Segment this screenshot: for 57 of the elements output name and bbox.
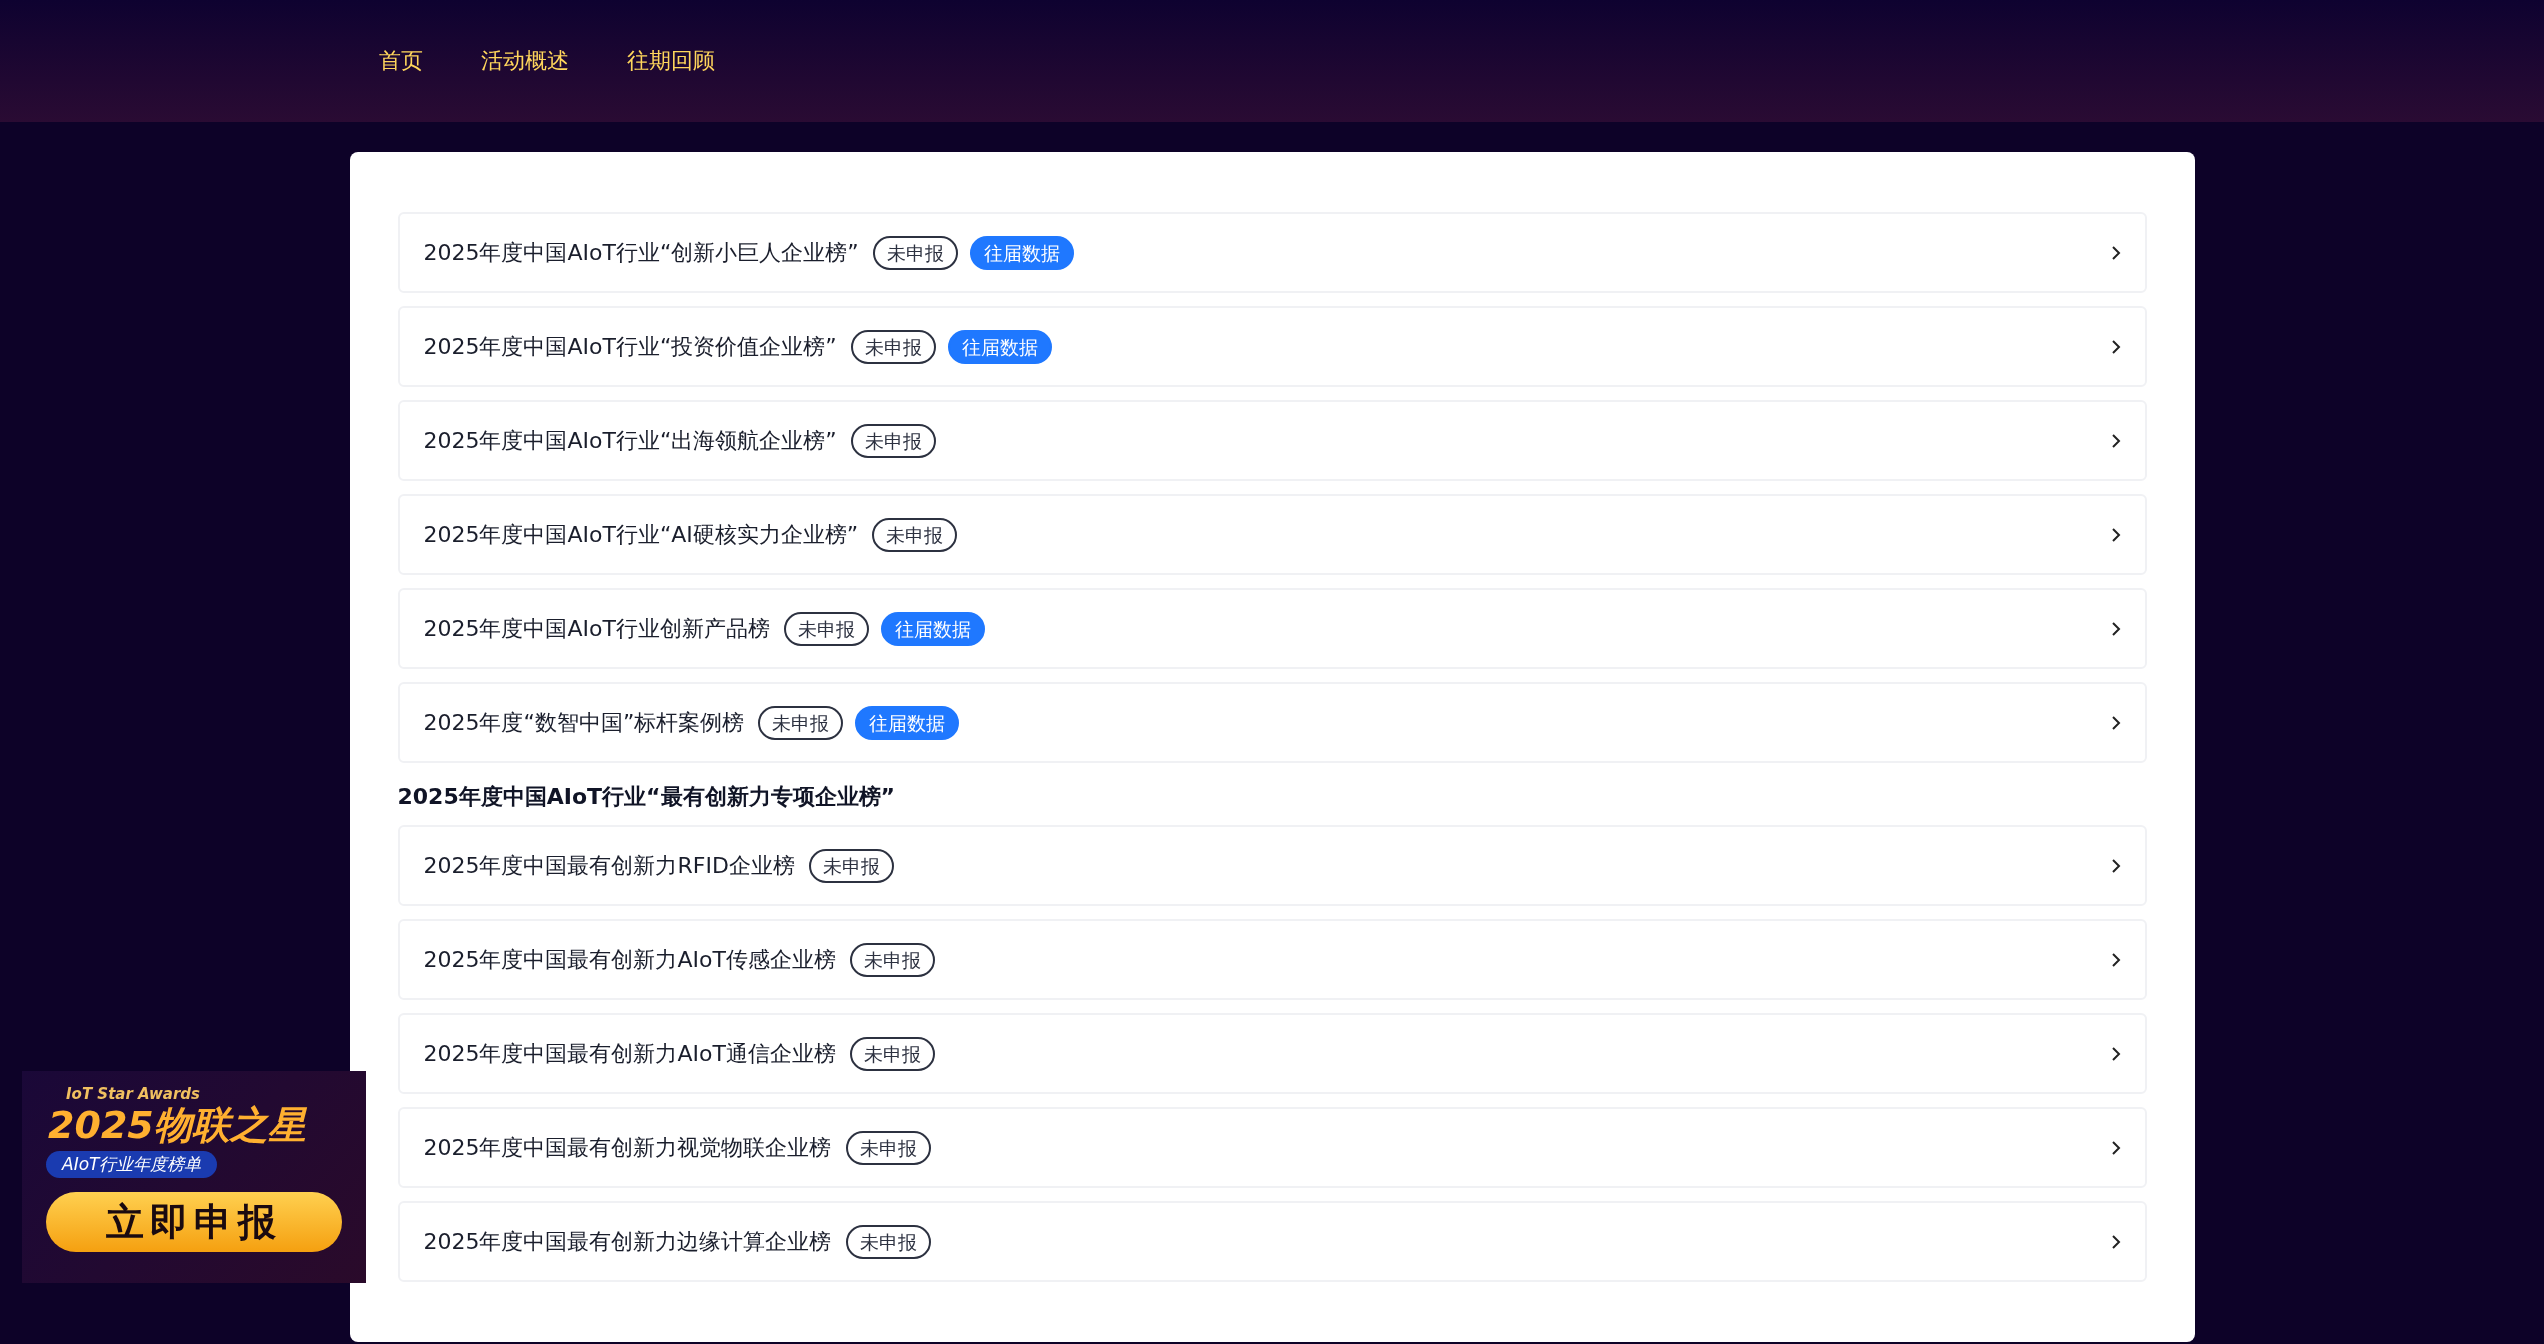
item-title: 2025年度中国AIoT行业“创新小巨人企业榜” [423,238,859,267]
chevron-right-icon [2110,857,2121,874]
item-title: 2025年度中国最有创新力AIoT通信企业榜 [423,1039,836,1068]
chevron-right-icon [2110,1233,2121,1250]
status-tag: 未申报 [845,1130,931,1165]
item-title: 2025年度中国最有创新力视觉物联企业榜 [423,1133,832,1162]
chevron-right-icon [2110,526,2121,543]
chevron-right-icon [2110,244,2121,261]
chevron-right-icon [2110,1045,2121,1062]
history-data-button[interactable]: 往届数据 [947,329,1052,364]
chevron-right-icon [2110,714,2121,731]
status-tag: 未申报 [808,848,894,883]
chevron-right-icon [2110,338,2121,355]
history-data-button[interactable]: 往届数据 [880,611,985,646]
status-tag: 未申报 [849,942,935,977]
promo-banner[interactable]: IoT Star Awards 2025物联之星 AIoT行业年度榜单 立即申报 [22,1071,366,1283]
status-tag: 未申报 [872,517,958,552]
status-tag: 未申报 [845,1224,931,1259]
list-item[interactable]: 2025年度“数智中国”标杆案例榜 未申报 往届数据 [397,682,2147,763]
apply-button[interactable]: 立即申报 [46,1192,342,1252]
chevron-right-icon [2110,951,2121,968]
history-data-button[interactable]: 往届数据 [855,705,960,740]
list-item[interactable]: 2025年度中国最有创新力边缘计算企业榜 未申报 [397,1201,2147,1282]
promo-tag: AIoT行业年度榜单 [46,1151,218,1178]
chevron-right-icon [2110,432,2121,449]
list-item[interactable]: 2025年度中国AIoT行业“投资价值企业榜” 未申报 往届数据 [397,306,2147,387]
item-title: 2025年度中国AIoT行业创新产品榜 [423,614,770,643]
chevron-right-icon [2110,620,2121,637]
chevron-right-icon [2110,1139,2121,1156]
list-item[interactable]: 2025年度中国AIoT行业创新产品榜 未申报 往届数据 [397,588,2147,669]
status-tag: 未申报 [783,611,869,646]
list-item[interactable]: 2025年度中国最有创新力视觉物联企业榜 未申报 [397,1107,2147,1188]
promo-subtitle: IoT Star Awards [66,1085,201,1103]
list-item[interactable]: 2025年度中国AIoT行业“AI硬核实力企业榜” 未申报 [397,494,2147,575]
list-item[interactable]: 2025年度中国最有创新力RFID企业榜 未申报 [397,825,2147,906]
status-tag: 未申报 [872,235,958,270]
item-title: 2025年度中国AIoT行业“投资价值企业榜” [423,332,837,361]
nav-link[interactable]: 首页 [378,46,423,76]
list-item[interactable]: 2025年度中国最有创新力AIoT通信企业榜 未申报 [397,1013,2147,1094]
list-item[interactable]: 2025年度中国最有创新力AIoT传感企业榜 未申报 [397,919,2147,1000]
status-tag: 未申报 [850,329,936,364]
list-item[interactable]: 2025年度中国AIoT行业“出海领航企业榜” 未申报 [397,400,2147,481]
list-item[interactable]: 2025年度中国AIoT行业“创新小巨人企业榜” 未申报 往届数据 [397,212,2147,293]
nav-link[interactable]: 活动概述 [480,46,569,76]
item-title: 2025年度中国AIoT行业“AI硬核实力企业榜” [423,520,859,549]
item-title: 2025年度中国最有创新力RFID企业榜 [423,851,795,880]
status-tag: 未申报 [849,1036,935,1071]
history-data-button[interactable]: 往届数据 [969,235,1074,270]
item-title: 2025年度“数智中国”标杆案例榜 [423,708,745,737]
status-tag: 未申报 [850,423,936,458]
item-title: 2025年度中国最有创新力AIoT传感企业榜 [423,945,836,974]
nav-link[interactable]: 往期回顾 [626,46,715,76]
item-title: 2025年度中国最有创新力边缘计算企业榜 [423,1227,832,1256]
section-heading: 2025年度中国AIoT行业“最有创新力专项企业榜” [397,783,896,811]
item-title: 2025年度中国AIoT行业“出海领航企业榜” [423,426,837,455]
promo-title: 2025物联之星 [48,1103,306,1147]
status-tag: 未申报 [758,705,844,740]
